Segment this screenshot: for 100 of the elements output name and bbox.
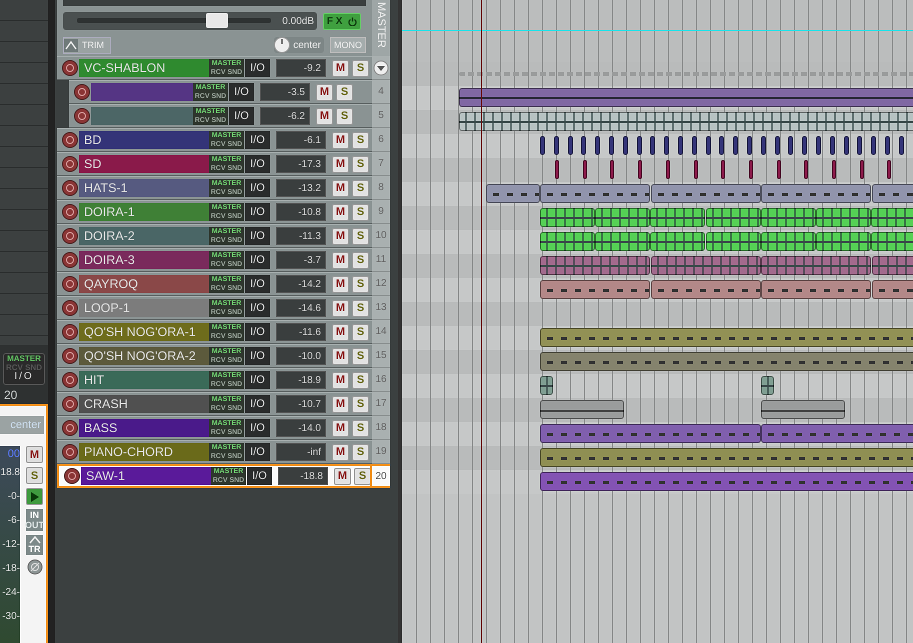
mute-button[interactable]: M: [332, 156, 349, 172]
hit-item[interactable]: [857, 136, 862, 155]
mute-button[interactable]: M: [332, 228, 349, 244]
media-item[interactable]: [760, 208, 816, 227]
media-item[interactable]: [816, 208, 871, 227]
media-item[interactable]: [459, 112, 913, 131]
mute-button[interactable]: M: [332, 60, 349, 76]
hit-item[interactable]: [664, 136, 670, 155]
hit-item[interactable]: [804, 160, 808, 179]
io-button[interactable]: I/O: [245, 443, 270, 461]
mute-button[interactable]: M: [332, 180, 349, 196]
record-arm-button[interactable]: [62, 348, 78, 364]
solo-button[interactable]: S: [352, 300, 369, 316]
record-arm-button[interactable]: [62, 204, 78, 220]
record-arm-button[interactable]: [62, 276, 78, 292]
mute-button[interactable]: M: [316, 108, 333, 124]
record-arm-button[interactable]: [62, 420, 78, 436]
record-arm-button[interactable]: [62, 228, 78, 244]
record-arm-button[interactable]: [62, 60, 78, 76]
track-name-field[interactable]: QAYROQ: [79, 275, 209, 293]
media-item[interactable]: [816, 232, 871, 251]
hit-item[interactable]: [719, 136, 724, 155]
media-item[interactable]: [540, 184, 650, 203]
hit-item[interactable]: [885, 136, 890, 155]
hit-item[interactable]: [609, 136, 614, 155]
media-item[interactable]: [706, 208, 761, 227]
media-item[interactable]: [761, 184, 871, 203]
record-arm-button[interactable]: [62, 396, 78, 412]
media-item[interactable]: [760, 232, 816, 251]
media-item[interactable]: [650, 256, 760, 275]
mute-button[interactable]: M: [332, 252, 349, 268]
record-arm-button[interactable]: [62, 372, 78, 388]
io-button[interactable]: I/O: [245, 299, 270, 317]
media-item[interactable]: [706, 232, 761, 251]
trim-button[interactable]: TR: [26, 535, 43, 555]
hit-item[interactable]: [774, 136, 780, 155]
hit-item[interactable]: [816, 136, 821, 155]
hit-item[interactable]: [638, 160, 642, 179]
io-button[interactable]: I/O: [245, 203, 270, 221]
solo-button[interactable]: S: [352, 276, 369, 292]
io-button[interactable]: I/O: [245, 251, 270, 269]
pan-knob-icon[interactable]: [274, 37, 290, 53]
media-item[interactable]: [650, 280, 760, 299]
volume-fader[interactable]: 0.00dB: [63, 12, 317, 30]
track-name-field[interactable]: QO'SH NOG'ORA-1: [79, 323, 209, 341]
record-arm-button[interactable]: [64, 468, 80, 484]
solo-button[interactable]: S: [352, 324, 369, 340]
solo-button[interactable]: S: [352, 204, 369, 220]
record-arm-button[interactable]: [62, 156, 78, 172]
track-name-field[interactable]: BD: [79, 131, 209, 149]
hit-item[interactable]: [636, 136, 642, 155]
io-button[interactable]: I/O: [245, 59, 270, 77]
hit-item[interactable]: [554, 136, 559, 155]
hit-item[interactable]: [887, 160, 892, 179]
media-item[interactable]: [486, 184, 540, 203]
track-name-field[interactable]: SAW-1: [81, 467, 211, 485]
solo-button[interactable]: S: [336, 108, 353, 124]
fx-button[interactable]: F X: [323, 12, 361, 30]
media-item[interactable]: [761, 400, 845, 419]
io-button[interactable]: I/O: [245, 419, 270, 437]
io-button[interactable]: I/O: [245, 371, 270, 389]
hit-item[interactable]: [748, 160, 753, 179]
solo-button[interactable]: S: [352, 396, 369, 412]
solo-button[interactable]: S: [352, 156, 369, 172]
track-name-field[interactable]: SD: [79, 155, 209, 173]
media-item[interactable]: [650, 184, 760, 203]
hit-item[interactable]: [692, 136, 697, 155]
hit-item[interactable]: [706, 136, 711, 155]
hit-item[interactable]: [694, 160, 698, 179]
media-item[interactable]: [595, 208, 650, 227]
hit-item[interactable]: [860, 160, 864, 179]
media-item[interactable]: [595, 232, 650, 251]
hit-item[interactable]: [844, 136, 849, 155]
record-arm-button[interactable]: [62, 132, 78, 148]
media-item[interactable]: [540, 256, 650, 275]
io-button[interactable]: I/O: [245, 347, 270, 365]
track-name-field[interactable]: CRASH: [79, 395, 209, 413]
hit-item[interactable]: [595, 136, 600, 155]
solo-button[interactable]: S: [352, 60, 369, 76]
fader-thumb[interactable]: [206, 13, 228, 28]
hit-item[interactable]: [622, 136, 628, 155]
io-button[interactable]: I/O: [245, 275, 270, 293]
hit-item[interactable]: [582, 160, 587, 179]
track-name-field[interactable]: QO'SH NOG'ORA-2: [79, 347, 209, 365]
media-item[interactable]: [540, 448, 913, 467]
mute-button[interactable]: M: [332, 420, 349, 436]
hit-item[interactable]: [721, 160, 726, 179]
hit-item[interactable]: [581, 136, 586, 155]
solo-button[interactable]: S: [352, 348, 369, 364]
media-item[interactable]: [871, 232, 913, 251]
record-arm-button[interactable]: [62, 444, 78, 460]
hit-item[interactable]: [678, 136, 683, 155]
media-item[interactable]: [540, 208, 595, 227]
track-name-field[interactable]: PIANO-CHORD: [79, 443, 209, 461]
mute-button[interactable]: M: [316, 84, 333, 100]
hit-item[interactable]: [610, 160, 614, 179]
media-item[interactable]: [761, 256, 871, 275]
mute-button[interactable]: M: [334, 468, 351, 484]
io-button[interactable]: I/O: [245, 323, 270, 341]
mute-button[interactable]: M: [332, 132, 349, 148]
